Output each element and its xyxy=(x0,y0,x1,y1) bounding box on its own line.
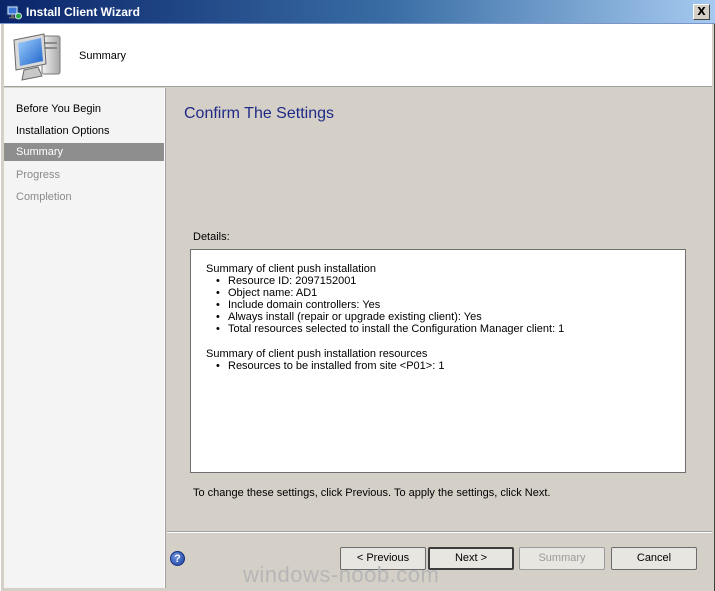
nav-item-installation-options[interactable]: Installation Options xyxy=(4,122,164,140)
list-item: Resource ID: 2097152001 xyxy=(216,275,670,287)
list-item: Include domain controllers: Yes xyxy=(216,299,670,311)
section-title: Summary of client push installation xyxy=(206,263,376,275)
nav-item-summary[interactable]: Summary xyxy=(4,143,164,161)
nav-item-progress: Progress xyxy=(16,169,61,181)
nav-item-completion: Completion xyxy=(16,191,72,203)
details-label: Details: xyxy=(193,231,230,243)
wizard-content: Confirm The Settings Details: Summary of… xyxy=(167,88,712,531)
list-item: Total resources selected to install the … xyxy=(216,323,670,335)
instruction-text: To change these settings, click Previous… xyxy=(193,487,551,499)
cancel-button[interactable]: Cancel xyxy=(611,547,697,570)
footer-divider-highlight xyxy=(167,532,712,533)
list-item: Always install (repair or upgrade existi… xyxy=(216,311,670,323)
header-title: Summary xyxy=(79,50,127,62)
window-title: Install Client Wizard xyxy=(26,5,140,19)
nav-item-before-you-begin[interactable]: Before You Begin xyxy=(4,100,164,118)
section-title: Summary of client push installation reso… xyxy=(206,348,428,360)
list-item: Resources to be installed from site <P01… xyxy=(216,360,670,372)
section-list: Resource ID: 2097152001 Object name: AD1… xyxy=(216,275,670,335)
close-button[interactable]: X xyxy=(693,4,710,20)
summary-button: Summary xyxy=(519,547,605,570)
list-item: Object name: AD1 xyxy=(216,287,670,299)
next-button[interactable]: Next > xyxy=(428,547,514,570)
computer-icon xyxy=(13,33,61,81)
wizard-nav-pane: Before You Begin Installation Options Su… xyxy=(4,88,166,588)
page-title: Confirm The Settings xyxy=(184,105,334,122)
wizard-header: Summary xyxy=(4,24,712,87)
title-bar[interactable]: Install Client Wizard X xyxy=(0,0,715,24)
watermark: windows-noob.com xyxy=(243,562,440,587)
help-icon[interactable]: ? xyxy=(170,551,185,566)
section-list: Resources to be installed from site <P01… xyxy=(216,360,670,372)
details-textbox[interactable]: Summary of client push installation Reso… xyxy=(190,249,686,473)
wizard-app-icon xyxy=(6,5,22,20)
